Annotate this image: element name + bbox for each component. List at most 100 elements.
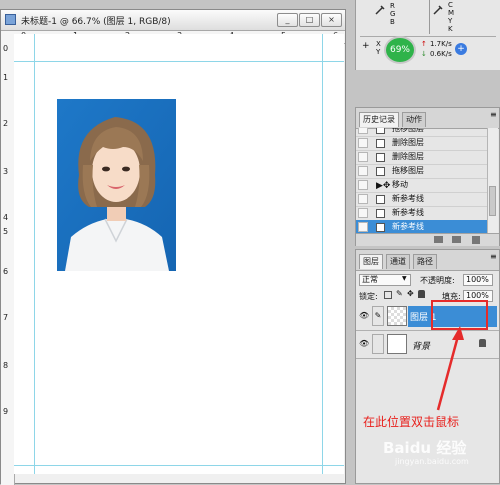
new-document-icon[interactable] (434, 236, 443, 243)
layer-name: 背景 (412, 342, 431, 352)
history-item[interactable]: ▶✥ 移动 (356, 178, 487, 193)
lock-all-icon[interactable] (418, 290, 425, 298)
snapshot-checkbox[interactable] (358, 152, 368, 162)
watermark-url: jingyan.baidu.com (395, 457, 469, 466)
ruler-label: 0 (3, 44, 9, 53)
ruler-label: 9 (3, 407, 9, 416)
vertical-guide[interactable] (322, 34, 323, 474)
horizontal-guide[interactable] (14, 61, 344, 62)
snapshot-checkbox[interactable] (358, 194, 368, 204)
trash-icon[interactable] (472, 236, 480, 244)
eye-icon[interactable]: 👁 (359, 311, 369, 321)
history-item-label: 移动 (392, 180, 408, 189)
ruler-label: 6 (3, 267, 9, 276)
id-photo-image[interactable] (57, 99, 176, 271)
opacity-input[interactable]: 100% (463, 274, 493, 286)
layers-tabbar: 图层 通道 路径 ≡ (356, 250, 499, 271)
history-step-icon (376, 195, 385, 204)
tab-actions[interactable]: 动作 (402, 112, 426, 127)
history-item[interactable]: 新参考线 (356, 192, 487, 207)
snapshot-checkbox[interactable] (358, 138, 368, 148)
opacity-value: 100% (466, 275, 489, 284)
snapshot-checkbox[interactable] (358, 180, 368, 190)
watermark-logo: Baidu 经验 (383, 439, 467, 457)
history-scrollbar[interactable] (487, 128, 498, 233)
maximize-button[interactable]: □ (299, 13, 320, 27)
layer-row[interactable]: 👁 背景 (356, 331, 499, 359)
layer-thumbnail[interactable] (387, 334, 407, 354)
history-item-label: 拖移图层 (392, 166, 424, 175)
annotation-text: 在此位置双击鼠标 (363, 415, 460, 429)
lock-position-icon[interactable]: ✥ (407, 289, 414, 298)
tab-paths[interactable]: 路径 (413, 254, 437, 269)
panel-menu-icon[interactable]: ≡ (490, 110, 497, 119)
history-step-icon (376, 223, 385, 232)
panel-menu-icon[interactable]: ≡ (490, 252, 497, 261)
ruler-label: 3 (3, 167, 9, 176)
ruler-label: 1 (3, 73, 9, 82)
history-step-icon (376, 209, 385, 218)
document-titlebar[interactable]: 未标题-1 @ 66.7% (图层 1, RGB/8) _ □ × (1, 10, 345, 31)
tab-history[interactable]: 历史记录 (359, 112, 399, 127)
close-button[interactable]: × (321, 13, 342, 27)
tab-layers[interactable]: 图层 (359, 254, 383, 269)
history-item[interactable]: 删除图层 (356, 150, 487, 165)
history-item-label: 拖移图层 (392, 128, 424, 133)
speed-badge[interactable]: 69% (384, 36, 416, 64)
vertical-ruler[interactable]: 0 1 2 3 4 5 6 7 8 9 (1, 43, 15, 485)
history-step-icon (376, 139, 385, 148)
cmyk-readout-label: C M Y K (448, 1, 455, 33)
horizontal-guide[interactable] (14, 465, 344, 466)
history-step-icon (376, 128, 385, 134)
ruler-label: 7 (3, 313, 9, 322)
history-item-label: 新参考线 (392, 222, 424, 231)
crosshair-icon: + (362, 41, 370, 51)
snapshot-checkbox[interactable] (358, 128, 368, 134)
history-item[interactable]: 拖移图层 (356, 164, 487, 179)
history-item-selected[interactable]: 新参考线 (356, 220, 487, 233)
history-step-icon (376, 167, 385, 176)
minimize-button[interactable]: _ (277, 13, 298, 27)
annotation-arrow-icon (436, 326, 464, 411)
panel-divider (360, 36, 496, 37)
lock-transparent-icon[interactable] (384, 291, 392, 299)
brush-link-icon[interactable]: ✎ (372, 306, 384, 326)
history-item[interactable]: 新参考线 (356, 206, 487, 221)
photoshop-document-icon (5, 14, 16, 25)
snapshot-checkbox[interactable] (358, 166, 368, 176)
ruler-label: 8 (3, 361, 9, 370)
plus-badge-icon[interactable]: + (455, 43, 467, 55)
history-tabbar: 历史记录 动作 ≡ (356, 108, 499, 129)
history-toolbar (356, 233, 499, 246)
upload-speed: 1.7K/s (430, 40, 452, 48)
rgb-readout-label: R G B (390, 2, 396, 26)
chevron-down-icon: ▼ (402, 275, 407, 282)
download-arrow-icon: ↓ (421, 50, 427, 58)
history-item[interactable]: 删除图层 (356, 136, 487, 151)
ruler-label: 4 (3, 213, 9, 222)
lock-pixels-icon[interactable]: ✎ (396, 289, 403, 298)
snapshot-checkbox[interactable] (358, 222, 368, 232)
snapshot-icon[interactable] (452, 236, 461, 243)
portrait-icon (57, 99, 176, 271)
history-item-label: 新参考线 (392, 208, 424, 217)
move-tool-icon: ▶✥ (376, 181, 391, 191)
lock-label: 锁定: (359, 292, 378, 301)
history-item-label: 删除图层 (392, 138, 424, 147)
ruler-label: 2 (3, 119, 9, 128)
eyedropper-icon (375, 5, 385, 15)
blend-mode-value: 正常 (362, 275, 378, 284)
panel-divider (429, 0, 430, 34)
eye-icon[interactable]: 👁 (359, 339, 369, 349)
scroll-thumb[interactable] (489, 186, 496, 216)
document-title: 未标题-1 @ 66.7% (图层 1, RGB/8) (21, 17, 171, 27)
eyedropper-icon (433, 5, 443, 15)
vertical-guide[interactable] (34, 34, 35, 474)
link-slot[interactable] (372, 334, 384, 354)
layer-thumbnail[interactable] (387, 306, 407, 326)
snapshot-checkbox[interactable] (358, 208, 368, 218)
tab-channels[interactable]: 通道 (386, 254, 410, 269)
history-item-label: 删除图层 (392, 152, 424, 161)
xy-readout-label: X Y (376, 40, 381, 56)
download-speed: 0.6K/s (430, 50, 452, 58)
